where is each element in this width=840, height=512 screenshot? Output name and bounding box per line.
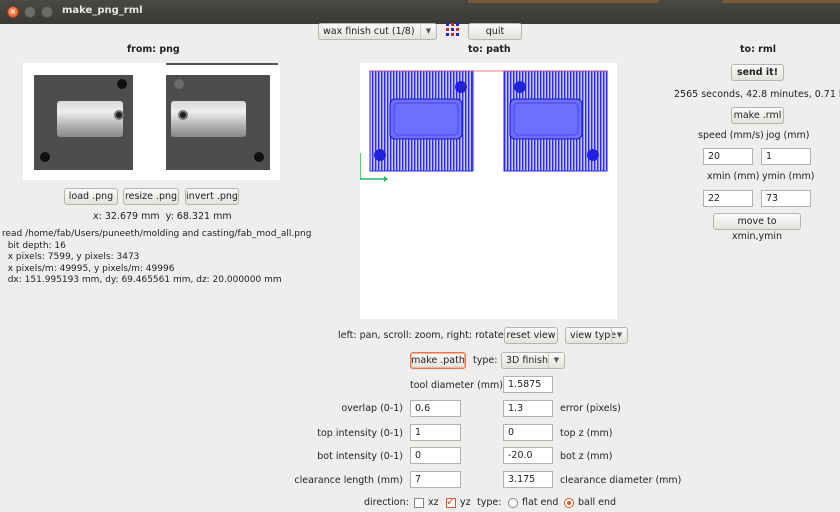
path-view[interactable] <box>359 63 617 319</box>
maximize-window-button[interactable] <box>41 6 53 18</box>
bot-z-label: bot z (mm) <box>560 451 613 462</box>
endmill-type-label: type: <box>477 497 502 508</box>
png-preview <box>23 63 280 180</box>
view-type-select[interactable]: view type ▼ <box>565 327 628 344</box>
background-strip <box>722 0 840 3</box>
process-select-value: wax finish cut (1/8) <box>323 26 415 37</box>
window-title: make_png_rml <box>62 5 143 16</box>
error-input[interactable]: 1.3 <box>503 400 553 417</box>
grid-icon[interactable] <box>446 23 460 37</box>
minimize-window-button[interactable] <box>24 6 36 18</box>
rml-heading: to: rml <box>740 44 777 55</box>
info-line: x pixels/m: 49995, y pixels/m: 49996 <box>2 263 175 274</box>
jog-input[interactable]: 1 <box>761 148 811 165</box>
send-it-button[interactable]: send it! <box>731 64 784 81</box>
bot-intensity-input[interactable]: 0 <box>410 447 461 464</box>
path-type-select[interactable]: 3D finish ▼ <box>501 352 565 369</box>
view-hint: left: pan, scroll: zoom, right: rotate <box>338 330 504 341</box>
info-line: x pixels: 7599, y pixels: 3473 <box>2 252 140 262</box>
clearance-diameter-input[interactable]: 3.175 <box>503 471 553 488</box>
yz-label: yz <box>460 497 471 508</box>
check-icon: ✓ <box>446 495 456 508</box>
hole <box>254 152 264 162</box>
clearance-diameter-label: clearance diameter (mm) <box>560 475 682 486</box>
top-intensity-input[interactable]: 1 <box>410 424 461 441</box>
chevron-down-icon: ▼ <box>420 24 436 39</box>
job-time: 2565 seconds, 42.8 minutes, 0.71 hours <box>674 89 840 100</box>
background-strip <box>468 0 658 3</box>
stock-right <box>166 75 270 170</box>
make-path-button[interactable]: make .path <box>410 352 466 369</box>
info-line: read /home/fab/Users/puneeth/molding and… <box>2 229 312 239</box>
hole <box>40 152 50 162</box>
info-line: dx: 151.995193 mm, dy: 69.465561 mm, dz:… <box>2 275 282 285</box>
make-rml-button[interactable]: make .rml <box>731 107 784 124</box>
bot-intensity-label: bot intensity (0-1) <box>317 451 403 462</box>
error-label: error (pixels) <box>560 403 621 414</box>
view-type-value: view type <box>570 330 617 341</box>
path-type-value: 3D finish <box>506 355 548 366</box>
ymin-input[interactable]: 73 <box>761 190 811 207</box>
load-png-button[interactable]: load .png <box>64 188 118 205</box>
path-heading: to: path <box>468 44 511 55</box>
close-icon: × <box>9 7 17 16</box>
close-window-button[interactable]: × <box>7 6 19 18</box>
png-info: read /home/fab/Users/puneeth/molding and… <box>2 229 311 287</box>
move-to-xmin-ymin-button[interactable]: move to xmin,ymin <box>713 213 801 242</box>
top-z-input[interactable]: 0 <box>503 424 553 441</box>
hole <box>174 79 184 89</box>
ymin-label: ymin (mm) <box>762 171 815 182</box>
speed-label: speed (mm/s) <box>698 130 764 141</box>
cylinder <box>57 101 123 137</box>
flat-end-radio[interactable] <box>508 498 518 508</box>
jog-label: jog (mm) <box>766 130 810 141</box>
ball-end-radio[interactable] <box>564 498 574 508</box>
xz-checkbox[interactable] <box>414 498 424 508</box>
quit-button[interactable]: quit <box>468 23 522 40</box>
xmin-label: xmin (mm) <box>707 171 760 182</box>
type-label: type: <box>473 355 498 366</box>
pin <box>114 110 124 120</box>
toolpath-canvas <box>359 70 608 182</box>
flat-end-label: flat end <box>522 497 559 508</box>
bot-z-input[interactable]: -20.0 <box>503 447 553 464</box>
ball-end-label: ball end <box>578 497 617 508</box>
png-heading: from: png <box>127 44 180 55</box>
clearance-length-input[interactable]: 7 <box>410 471 461 488</box>
top-z-label: top z (mm) <box>560 428 613 439</box>
direction-label: direction: <box>364 497 409 508</box>
resize-png-button[interactable]: resize .png <box>123 188 179 205</box>
tool-diameter-label: tool diameter (mm) <box>410 380 504 391</box>
process-select[interactable]: wax finish cut (1/8) ▼ <box>318 23 437 40</box>
info-line: bit depth: 16 <box>2 240 66 251</box>
clearance-length-label: clearance length (mm) <box>294 475 403 486</box>
chevron-down-icon: ▼ <box>548 353 564 368</box>
invert-png-button[interactable]: invert .png <box>185 188 239 205</box>
overlap-input[interactable]: 0.6 <box>410 400 461 417</box>
pin <box>178 110 188 120</box>
cursor-coords: x: 32.679 mm y: 68.321 mm <box>93 211 232 222</box>
title-bar: × make_png_rml <box>0 0 840 24</box>
overlap-label: overlap (0-1) <box>341 403 403 414</box>
tool-diameter-input[interactable]: 1.5875 <box>503 376 553 393</box>
speed-input[interactable]: 20 <box>703 148 753 165</box>
reset-view-button[interactable]: reset view <box>504 327 558 344</box>
hole <box>117 79 127 89</box>
chevron-down-icon: ▼ <box>611 328 627 343</box>
rule <box>166 63 278 65</box>
yz-checkbox[interactable]: ✓ <box>446 495 456 508</box>
xz-label: xz <box>428 497 439 508</box>
stock-left <box>34 75 133 170</box>
top-intensity-label: top intensity (0-1) <box>317 428 403 439</box>
xmin-input[interactable]: 22 <box>703 190 753 207</box>
